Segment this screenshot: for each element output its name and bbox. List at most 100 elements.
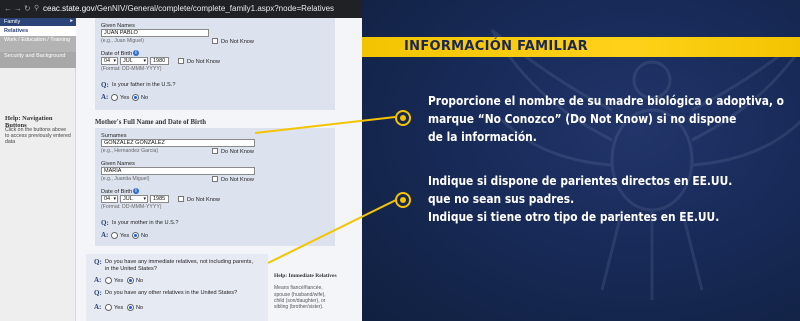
chevron-down-icon: ▾ [113, 58, 116, 64]
mother-in-us-question: Is your mother in the U.S.? [112, 220, 179, 226]
question-marker: Q: [94, 258, 102, 266]
sidebar: Family ▸ Relatives Work / Education / Tr… [0, 18, 76, 321]
mother-panel: Surnames GONZALEZ GONZALEZ (e.g., Hernan… [95, 128, 335, 246]
help-text-line: Means fiancé/fiancée, [274, 285, 323, 292]
reload-icon[interactable]: ↻ [24, 4, 31, 13]
father-given-names-input[interactable]: JUAN PABLO [101, 29, 209, 37]
chevron-down-icon: ▾ [143, 196, 146, 202]
mother-given-names-input[interactable]: MARIA [101, 167, 255, 175]
forward-icon[interactable]: → [14, 4, 22, 13]
info-icon[interactable]: i [133, 50, 139, 56]
note-line: Proporcione el nombre de su madre biológ… [428, 93, 784, 108]
mother-in-us-yes-radio[interactable] [111, 232, 118, 239]
immediate-relatives-yes-radio[interactable] [105, 277, 112, 284]
help-text-line: spouse (husband/wife), [274, 291, 326, 298]
other-relatives-yes-label: Yes [114, 305, 124, 311]
other-relatives-no-radio[interactable] [127, 304, 134, 311]
father-in-us-no-label: No [141, 95, 149, 101]
father-given-names-dnk-label: Do Not Know [221, 39, 254, 45]
note-line: Indique si tiene otro tipo de parientes … [428, 209, 720, 224]
section-title-banner: INFORMACIÓN FAMILIAR [362, 37, 800, 57]
back-icon[interactable]: ← [4, 4, 12, 13]
mother-dob-dnk-label: Do Not Know [187, 197, 220, 203]
answer-marker: A: [94, 276, 102, 284]
father-dob-dnk-label: Do Not Know [187, 59, 220, 65]
note-mother-name: Proporcione el nombre de su madre biológ… [428, 92, 784, 146]
other-relatives-no-label: No [136, 305, 144, 311]
father-in-us-no-radio[interactable] [132, 94, 139, 101]
mother-given-names-hint: (e.g., Juanita Miguel) [101, 176, 150, 182]
mother-in-us-no-label: No [141, 233, 149, 239]
father-dob-year-input[interactable]: 1980 [150, 57, 169, 65]
bullet-icon [395, 192, 411, 208]
note-line: que no sean sus padres. [428, 191, 575, 206]
mother-dob-year-input[interactable]: 1985 [150, 195, 169, 203]
father-in-us-yes-label: Yes [120, 95, 130, 101]
question-marker: Q: [101, 219, 109, 227]
infographic-panel: INFORMACIÓN FAMILIAR [362, 0, 800, 321]
father-dob-dnk-checkbox[interactable] [178, 58, 184, 64]
sidebar-item-family[interactable]: Family ▸ [0, 18, 76, 26]
immediate-relatives-no-radio[interactable] [127, 277, 134, 284]
form-content: Given Names JUAN PABLO (e.g., Juan Migue… [76, 18, 362, 321]
chevron-right-icon: ▸ [70, 18, 73, 24]
help-immediate-relatives-title: Help: Immediate Relatives [274, 273, 337, 279]
father-dob-month-select[interactable]: JUL ▾ [120, 57, 148, 65]
mother-given-names-dnk-checkbox[interactable] [212, 176, 218, 182]
address-bar[interactable]: ← → ↻ ⚲ ceac.state.gov/GenNIV/General/co… [0, 0, 362, 18]
help-text-line: child (son/daughter), or [274, 297, 326, 304]
answer-marker: A: [101, 93, 109, 101]
help-immediate-relatives: Help: Immediate Relatives Means fiancé/f… [274, 273, 346, 310]
other-relatives-yes-radio[interactable] [105, 304, 112, 311]
browser-window: ← → ↻ ⚲ ceac.state.gov/GenNIV/General/co… [0, 0, 362, 321]
note-relatives: Indique si dispone de parientes directos… [428, 172, 732, 226]
immediate-relatives-question: Do you have any immediate relatives, not… [105, 259, 254, 265]
sidebar-item-label: Family [4, 19, 21, 25]
father-panel: Given Names JUAN PABLO (e.g., Juan Migue… [95, 18, 335, 110]
note-line: Indique si dispone de parientes directos… [428, 173, 733, 188]
mother-surnames-dnk-label: Do Not Know [221, 149, 254, 155]
bullet-icon [395, 110, 411, 126]
mother-in-us-no-radio[interactable] [132, 232, 139, 239]
mother-given-names-dnk-label: Do Not Know [221, 177, 254, 183]
mother-surnames-input[interactable]: GONZALEZ GONZALEZ [101, 139, 255, 147]
mother-surnames-hint: (e.g., Hernandez Garcia) [101, 148, 159, 154]
mother-in-us-yes-label: Yes [120, 233, 130, 239]
father-dob-hint: (Format: DD-MMM-YYYY) [101, 66, 162, 72]
mother-surnames-dnk-checkbox[interactable] [212, 148, 218, 154]
question-marker: Q: [101, 81, 109, 89]
father-dob-day-select[interactable]: 04 ▾ [101, 57, 118, 65]
mother-dob-hint: (Format: DD-MMM-YYYY) [101, 204, 162, 210]
sidebar-item-label: Security and Background [4, 53, 66, 59]
help-text-line: sibling (brother/sister). [274, 304, 324, 311]
other-relatives-question: Do you have any other relatives in the U… [105, 290, 238, 296]
mother-dob-month-select[interactable]: JUL ▾ [120, 195, 148, 203]
section-title: INFORMACIÓN FAMILIAR [404, 39, 588, 54]
mother-section-title: Mother's Full Name and Date of Birth [95, 119, 207, 126]
father-given-names-hint: (e.g., Juan Miguel) [101, 38, 144, 44]
father-in-us-question: Is your father in the U.S.? [112, 82, 176, 88]
answer-marker: A: [101, 231, 109, 239]
help-navigation-text: Click on the buttons above to access pre… [5, 127, 71, 146]
mother-dob-dnk-checkbox[interactable] [178, 196, 184, 202]
question-marker: Q: [94, 289, 102, 297]
father-given-names-dnk-checkbox[interactable] [212, 38, 218, 44]
sidebar-item-label: Work / Education / Training [4, 37, 70, 43]
mother-dob-day-select[interactable]: 04 ▾ [101, 195, 118, 203]
sidebar-item-work-education[interactable]: Work / Education / Training [0, 36, 76, 52]
sidebar-item-label: Relatives [4, 28, 29, 34]
sidebar-item-relatives[interactable]: Relatives [0, 26, 76, 36]
chevron-down-icon: ▾ [113, 196, 116, 202]
immediate-relatives-no-label: No [136, 278, 144, 284]
father-in-us-yes-radio[interactable] [111, 94, 118, 101]
immediate-relatives-question-cont: in the United States? [105, 266, 157, 272]
chevron-down-icon: ▾ [143, 58, 146, 64]
site-info-icon[interactable]: ⚲ [34, 4, 39, 12]
relatives-panel: Q: Do you have any immediate relatives, … [86, 254, 268, 321]
sidebar-item-security[interactable]: Security and Background [0, 52, 76, 68]
url-text[interactable]: ceac.state.gov/GenNIV/General/complete/c… [43, 4, 334, 13]
info-icon[interactable]: i [133, 188, 139, 194]
answer-marker: A: [94, 303, 102, 311]
note-line: marque “No Conozco” (Do Not Know) si no … [428, 111, 737, 126]
immediate-relatives-yes-label: Yes [114, 278, 124, 284]
